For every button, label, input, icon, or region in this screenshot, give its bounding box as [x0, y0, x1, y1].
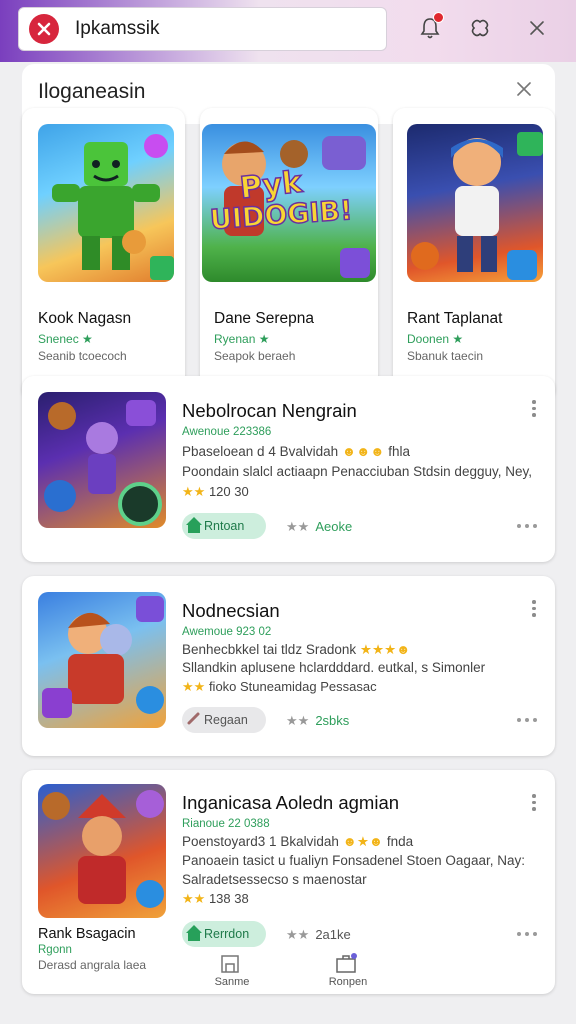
featured-tile[interactable]: Rant Taplanat Doonen ★ Sbanuk taecin — [393, 108, 555, 401]
item-rating: ★★ 120 30 — [182, 484, 249, 499]
more-options-icon[interactable] — [531, 794, 537, 812]
item-rating: ★★ 138 38 — [182, 891, 249, 906]
tile-description: Sbanuk taecin — [407, 349, 484, 363]
featured-tile[interactable]: Kook Nagasn Snenec ★ Seanib tcoecoch — [22, 108, 185, 401]
tile-description: Seanib tcoecoch — [38, 349, 127, 363]
list-item[interactable]: Nodnecsian Awemoue 923 02 Benhecbkkel ta… — [22, 576, 555, 756]
game-thumbnail — [38, 124, 174, 282]
close-icon[interactable] — [523, 14, 551, 42]
item-title: Nodnecsian — [182, 600, 280, 621]
item-aux: ★★ 2sbks — [286, 713, 350, 728]
item-meta: Rianoue 22 0388 — [182, 818, 270, 830]
more-options-icon[interactable] — [531, 600, 537, 618]
tile-title: Rant Taplanat — [407, 310, 503, 327]
link-icon — [187, 712, 200, 725]
install-button[interactable]: Rntoan — [182, 513, 266, 539]
item-aux: ★★ Aeoke — [286, 519, 353, 534]
item-left-sub: Rgonn — [38, 944, 72, 956]
item-aux: ★★ 2a1ke — [286, 927, 351, 942]
more-icon[interactable] — [517, 718, 537, 724]
item-line: Panoaein tasict u fualiyn Fonsadenel Sto… — [182, 853, 525, 868]
game-thumbnail: Pyk UIDOGIB! — [202, 124, 376, 282]
item-rating: ★★ fioko Stuneamidag Pessasac — [182, 679, 377, 694]
item-left-desc: Derasd angrala laea — [38, 958, 147, 972]
featured-title: Iloganeasin — [38, 80, 146, 103]
tile-description: Seapok beraeh — [214, 349, 296, 363]
search-input[interactable]: Ipkamssik — [18, 7, 387, 51]
item-line: Poenstoyard3 1 Bkalvidah ☻★☻ fnda — [182, 834, 414, 849]
game-thumbnail — [38, 592, 166, 728]
item-title: Inganicasa Aoledn agmian — [182, 792, 400, 813]
top-bar: Ipkamssik — [0, 0, 576, 62]
close-featured-icon[interactable] — [517, 82, 537, 102]
item-meta: Awemoue 923 02 — [182, 626, 272, 638]
item-line: Benhecbkkel tai tldz Sradonk ★★★☻ — [182, 642, 411, 657]
bell-icon[interactable] — [416, 12, 444, 42]
featured-tile[interactable]: Pyk UIDOGIB! Dane Serepna Ryenan ★ Seapo… — [200, 108, 378, 401]
item-line: Sllandkin aplusene hclardddard. eutkal, … — [182, 660, 486, 675]
notification-dot — [433, 12, 444, 23]
more-options-icon[interactable] — [531, 400, 537, 418]
game-thumbnail — [38, 392, 166, 528]
item-meta: Awenoue 223386 — [182, 426, 272, 438]
puzzle-icon[interactable] — [466, 14, 494, 42]
more-icon[interactable] — [517, 524, 537, 530]
more-icon[interactable] — [517, 932, 537, 938]
nav-briefcase-icon[interactable] — [334, 952, 362, 976]
game-thumbnail — [38, 784, 166, 918]
home-icon — [186, 517, 202, 533]
tile-subtitle: Doonen ★ — [407, 332, 464, 346]
nav-label[interactable]: Sanme — [208, 976, 256, 988]
featured-section: Iloganeasin Kook Nagasn Snenec ★ Seanib … — [22, 64, 555, 401]
item-line: Salradetsessecso s maenostar — [182, 872, 367, 887]
tile-title: Dane Serepna — [214, 310, 314, 327]
tile-subtitle: Ryenan ★ — [214, 332, 270, 346]
home-icon — [186, 925, 202, 941]
nav-home-icon[interactable] — [218, 952, 246, 976]
list-item[interactable]: Rank Bsagacin Rgonn Derasd angrala laea … — [22, 770, 555, 994]
nav-label[interactable]: Ronpen — [322, 976, 374, 988]
item-title: Nebolrocan Nengrain — [182, 400, 357, 421]
search-query: Ipkamssik — [75, 18, 160, 39]
badge-icon — [340, 248, 370, 278]
tile-title: Kook Nagasn — [38, 310, 132, 327]
item-left-title: Rank Bsagacin — [38, 926, 136, 942]
list-item[interactable]: Nebolrocan Nengrain Awenoue 223386 Pbase… — [22, 376, 555, 562]
item-line: Poondain slalcl actiaapn Penacciuban Std… — [182, 464, 532, 479]
install-button[interactable]: Regaan — [182, 707, 266, 733]
item-line: Pbaseloean d 4 Bvalvidah ☻☻☻ fhla — [182, 444, 411, 459]
tile-subtitle: Snenec ★ — [38, 332, 93, 346]
install-button[interactable]: Rerrdon — [182, 921, 266, 947]
app-logo-icon[interactable] — [29, 14, 59, 44]
game-thumbnail — [407, 124, 543, 282]
